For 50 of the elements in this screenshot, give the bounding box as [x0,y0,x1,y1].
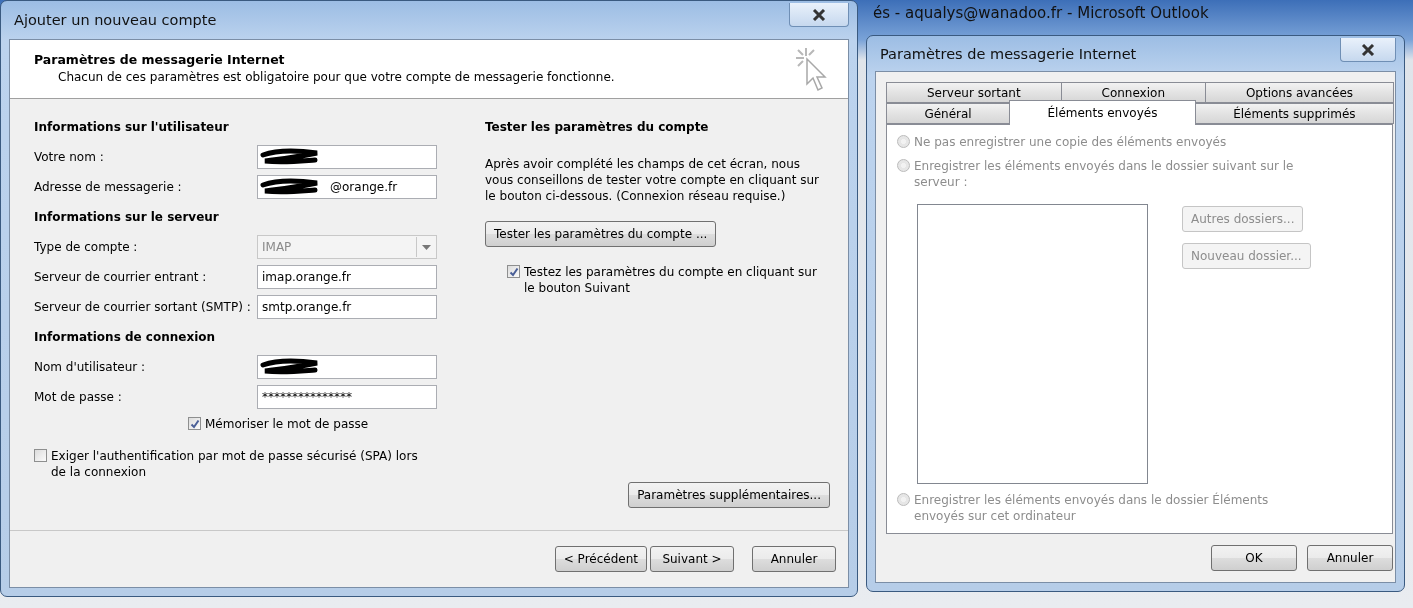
dialog-button[interactable]: < Précédent [554,546,647,572]
checkbox[interactable] [507,265,520,278]
close-button[interactable] [1340,38,1396,62]
dialog-button[interactable]: Annuler [752,546,836,572]
dialog-button[interactable]: Annuler [1307,545,1393,571]
tab[interactable]: Options avancées [1204,82,1394,103]
dropdown-arrow-icon [421,244,431,250]
tab[interactable]: Éléments envoyés [1009,100,1196,125]
section-title: Informations de connexion [34,329,217,346]
checkbox-label: Testez les paramètres du compte en cliquant sur le bouton Suivant [524,264,818,296]
radio-label: Enregistrer les éléments envoyés dans le dossier Éléments envoyés sur cet ordinateur [914,492,1270,524]
field-label: Type de compte : [34,240,139,254]
tab[interactable]: Général [886,103,1011,124]
dialog-button[interactable]: Suivant > [650,546,734,572]
more-settings-button[interactable]: Paramètres supplémentaires... [628,482,830,508]
input-field[interactable] [257,355,437,379]
input-field[interactable] [257,145,437,169]
close-icon [812,8,826,21]
test-settings-button[interactable]: Tester les paramètres du compte ... [485,221,717,247]
section-title: Informations sur l'utilisateur [34,119,230,136]
test-description: Après avoir complété les champs de cet écran, nous vous conseillons de tester votre compte en cliquant sur le bouton ci-dessous. (Connexion réseau requise.) [485,156,821,204]
field-label: Serveur de courrier entrant : [34,270,208,284]
field-label: Adresse de messagerie : [34,180,183,194]
cursor-sparkle-icon [794,46,828,94]
section-title: Informations sur le serveur [34,209,220,226]
dialog-button[interactable]: OK [1211,545,1297,571]
radio-label: Ne pas enregistrer une copie des éléments envoyés [914,134,1227,150]
window-title: és - aqualys@wanadoo.fr - Microsoft Outlook [873,4,1209,22]
input-field[interactable]: *************** [257,385,437,409]
dialog-heading: Paramètres de messagerie Internet [34,52,286,67]
field-label: Votre nom : [34,150,105,164]
input-field[interactable]: imap.orange.fr [257,265,437,289]
window-title: Ajouter un nouveau compte [13,12,217,28]
close-icon [1361,43,1375,56]
radio-label: Enregistrer les éléments envoyés dans le dossier suivant sur le serveur : [914,158,1295,190]
tab[interactable]: Serveur sortant [886,82,1062,103]
checkbox-label: Mémoriser le mot de passe [205,416,369,432]
dialog-subheading: Chacun de ces paramètres est obligatoire pour que votre compte de messagerie fonctionne. [57,70,615,84]
checkbox-label: Exiger l'authentification par mot de passe sécurisé (SPA) lors de la connexion [51,448,419,480]
close-button[interactable] [789,3,849,27]
field-label: Nom d'utilisateur : [34,360,147,374]
input-field[interactable]: @orange.fr [257,175,437,199]
checkbox[interactable] [188,417,201,430]
input-field[interactable]: smtp.orange.fr [257,295,437,319]
field-label: Serveur de courrier sortant (SMTP) : [34,300,252,314]
section-title: Tester les paramètres du compte [485,119,710,136]
window-title: Paramètres de messagerie Internet [879,45,1137,62]
tab[interactable]: Éléments supprimés [1194,103,1394,124]
field-label: Mot de passe : [34,390,123,404]
checkbox[interactable] [34,449,47,462]
